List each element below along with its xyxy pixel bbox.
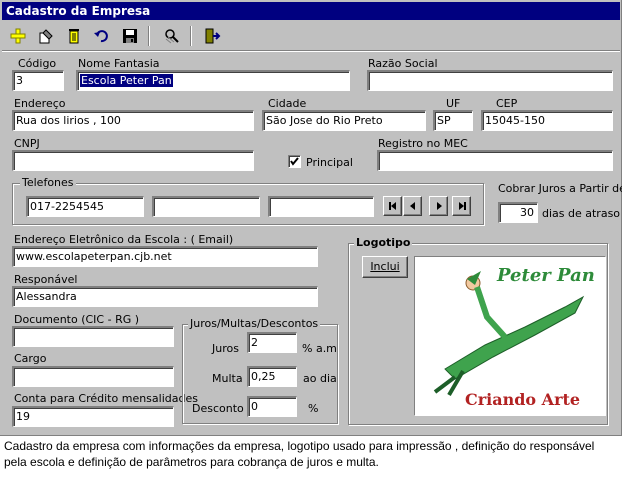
- uf-label: UF: [446, 97, 461, 110]
- uf-field[interactable]: SP: [433, 110, 473, 131]
- telefones-group-title: Telefones: [20, 176, 76, 189]
- multa-field[interactable]: 0,25: [247, 366, 297, 387]
- nome-fantasia-field[interactable]: Escola Peter Pan: [76, 70, 350, 91]
- nome-fantasia-value: Escola Peter Pan: [80, 74, 173, 87]
- multa-unit: ao dia: [303, 372, 337, 385]
- responsavel-label: Responável: [14, 273, 78, 286]
- logotipo-title: Logotipo: [354, 236, 413, 249]
- toolbar-separator: [190, 26, 192, 46]
- logo-image: Peter Pan Criando Arte: [414, 256, 606, 416]
- last-record-button[interactable]: [452, 196, 471, 216]
- delete-icon[interactable]: [62, 24, 86, 48]
- multa-label: Multa: [212, 372, 243, 385]
- inclui-button-label: Inclui: [370, 260, 400, 273]
- registro-mec-field[interactable]: [377, 150, 613, 171]
- inclui-button[interactable]: Inclui: [362, 256, 408, 278]
- window-title: Cadastro da Empresa: [2, 2, 620, 20]
- save-icon[interactable]: [118, 24, 142, 48]
- registro-mec-label: Registro no MEC: [378, 137, 468, 150]
- razao-social-field[interactable]: [367, 70, 613, 91]
- exit-icon[interactable]: [200, 24, 224, 48]
- principal-checkbox[interactable]: [288, 155, 301, 168]
- logo-text-top: Peter Pan: [496, 265, 595, 286]
- cep-label: CEP: [496, 97, 518, 110]
- cep-field[interactable]: 15045-150: [481, 110, 613, 131]
- toolbar: [2, 22, 620, 52]
- principal-label: Principal: [306, 156, 353, 169]
- company-registration-window: Cadastro da Empresa Código 3 Nome Fantas…: [0, 0, 622, 436]
- prev-icon: [410, 202, 415, 210]
- codigo-field[interactable]: 3: [12, 70, 64, 91]
- last-icon: [459, 202, 466, 210]
- prev-record-button[interactable]: [403, 196, 422, 216]
- desconto-field[interactable]: 0: [247, 396, 297, 417]
- cnpj-label: CNPJ: [14, 137, 40, 150]
- cargo-label: Cargo: [14, 352, 47, 365]
- juros-multas-title: Juros/Multas/Descontos: [188, 317, 321, 330]
- juros-label: Juros: [212, 342, 239, 355]
- telefone-2-field[interactable]: [152, 196, 260, 217]
- razao-social-label: Razão Social: [368, 57, 438, 70]
- codigo-label: Código: [18, 57, 57, 70]
- cnpj-field[interactable]: [12, 150, 254, 171]
- undo-icon[interactable]: [90, 24, 114, 48]
- cargo-field[interactable]: [12, 366, 174, 387]
- conta-credito-label: Conta para Crédito mensalidades: [14, 392, 198, 405]
- toolbar-divider: [2, 50, 620, 52]
- conta-credito-field[interactable]: 19: [12, 406, 174, 427]
- juros-unit: % a.m: [302, 342, 337, 355]
- next-record-button[interactable]: [429, 196, 448, 216]
- email-field[interactable]: www.escolapeterpan.cjb.net: [12, 246, 318, 267]
- nome-fantasia-label: Nome Fantasia: [78, 57, 160, 70]
- desconto-unit: %: [308, 402, 319, 415]
- first-icon: [389, 202, 396, 210]
- peter-pan-logo: Peter Pan Criando Arte: [433, 265, 595, 409]
- desconto-label: Desconto: [192, 402, 244, 415]
- cobrar-juros-label: Cobrar Juros a Partir de: [498, 182, 622, 195]
- responsavel-field[interactable]: Alessandra: [12, 286, 318, 307]
- screenshot-caption: Cadastro da empresa com informações da e…: [4, 439, 595, 469]
- cidade-label: Cidade: [268, 97, 307, 110]
- edit-icon[interactable]: [34, 24, 58, 48]
- endereco-label: Endereço: [14, 97, 66, 110]
- add-icon[interactable]: [6, 24, 30, 48]
- email-label: Endereço Eletrônico da Escola : ( Email): [14, 233, 234, 246]
- cobrar-juros-field[interactable]: 30: [498, 202, 538, 223]
- juros-field[interactable]: 2: [247, 332, 297, 353]
- search-icon[interactable]: [160, 24, 184, 48]
- first-record-button[interactable]: [383, 196, 402, 216]
- cidade-field[interactable]: São Jose do Rio Preto: [262, 110, 426, 131]
- next-icon: [437, 202, 442, 210]
- toolbar-separator: [148, 26, 150, 46]
- endereco-field[interactable]: Rua dos lirios , 100: [12, 110, 254, 131]
- documento-label: Documento (CIC - RG ): [14, 313, 140, 326]
- logo-text-bottom: Criando Arte: [465, 390, 580, 409]
- telefone-1-field[interactable]: 017-2254545: [26, 196, 144, 217]
- documento-field[interactable]: [12, 326, 174, 347]
- telefone-3-field[interactable]: [268, 196, 374, 217]
- cobrar-juros-suffix: dias de atraso: [542, 207, 621, 220]
